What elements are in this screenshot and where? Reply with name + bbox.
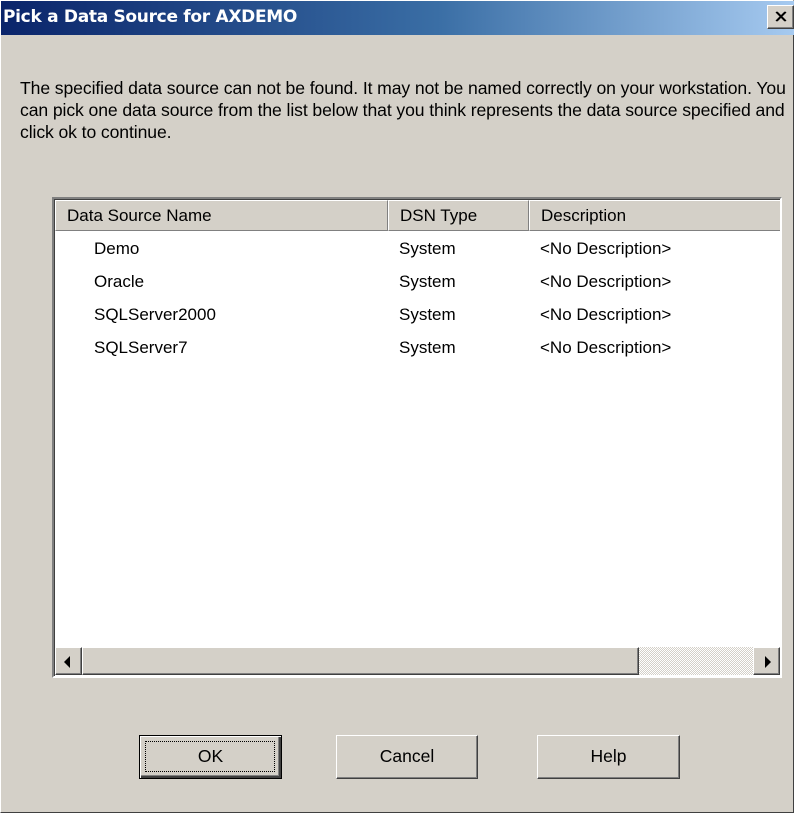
column-header-name[interactable]: Data Source Name xyxy=(55,200,388,231)
row-name-cell: Oracle xyxy=(94,272,145,291)
scroll-right-button[interactable] xyxy=(753,647,780,675)
row-type-cell: System xyxy=(399,239,456,258)
row-type-cell: System xyxy=(399,272,456,291)
close-button[interactable] xyxy=(767,5,794,29)
ok-button-label: OK xyxy=(197,746,224,766)
scroll-thumb[interactable] xyxy=(82,647,639,675)
list-item[interactable]: SQLServer7 System <No Description> xyxy=(54,332,780,364)
row-name-cell: Demo xyxy=(94,239,140,258)
scroll-left-button[interactable] xyxy=(55,647,82,675)
title-bar[interactable]: Pick a Data Source for AXDEMO xyxy=(1,1,794,35)
ok-button[interactable]: OK xyxy=(139,735,282,779)
arrow-left-icon xyxy=(64,656,70,668)
row-name-cell: SQLServer2000 xyxy=(94,305,216,324)
cancel-button[interactable]: Cancel xyxy=(336,735,478,779)
scroll-track[interactable] xyxy=(82,647,753,675)
row-name-cell: SQLServer7 xyxy=(94,338,188,357)
row-type-cell: System xyxy=(399,338,456,357)
list-item[interactable]: Oracle System <No Description> xyxy=(54,266,780,298)
list-header: Data Source Name DSN Type Description xyxy=(55,200,780,231)
column-header-dsn-type[interactable]: DSN Type xyxy=(388,200,529,231)
pick-data-source-dialog: Pick a Data Source for AXDEMO The specif… xyxy=(0,0,794,813)
column-header-description[interactable]: Description xyxy=(529,200,780,231)
row-type-cell: System xyxy=(399,305,456,324)
window-title: Pick a Data Source for AXDEMO xyxy=(3,7,298,27)
row-description-cell: <No Description> xyxy=(540,239,672,258)
cancel-button-label: Cancel xyxy=(379,746,435,766)
row-description-cell: <No Description> xyxy=(540,338,672,357)
help-button-label: Help xyxy=(590,746,627,766)
horizontal-scrollbar[interactable] xyxy=(55,647,780,675)
close-icon xyxy=(775,11,787,22)
data-source-list[interactable]: Data Source Name DSN Type Description De… xyxy=(52,197,782,678)
list-item[interactable]: SQLServer2000 System <No Description> xyxy=(54,299,780,331)
row-description-cell: <No Description> xyxy=(540,305,672,324)
row-description-cell: <No Description> xyxy=(540,272,672,291)
list-item[interactable]: Demo System <No Description> xyxy=(54,233,780,265)
instruction-text: The specified data source can not be fou… xyxy=(20,78,786,142)
help-button[interactable]: Help xyxy=(537,735,680,779)
arrow-right-icon xyxy=(765,656,771,668)
